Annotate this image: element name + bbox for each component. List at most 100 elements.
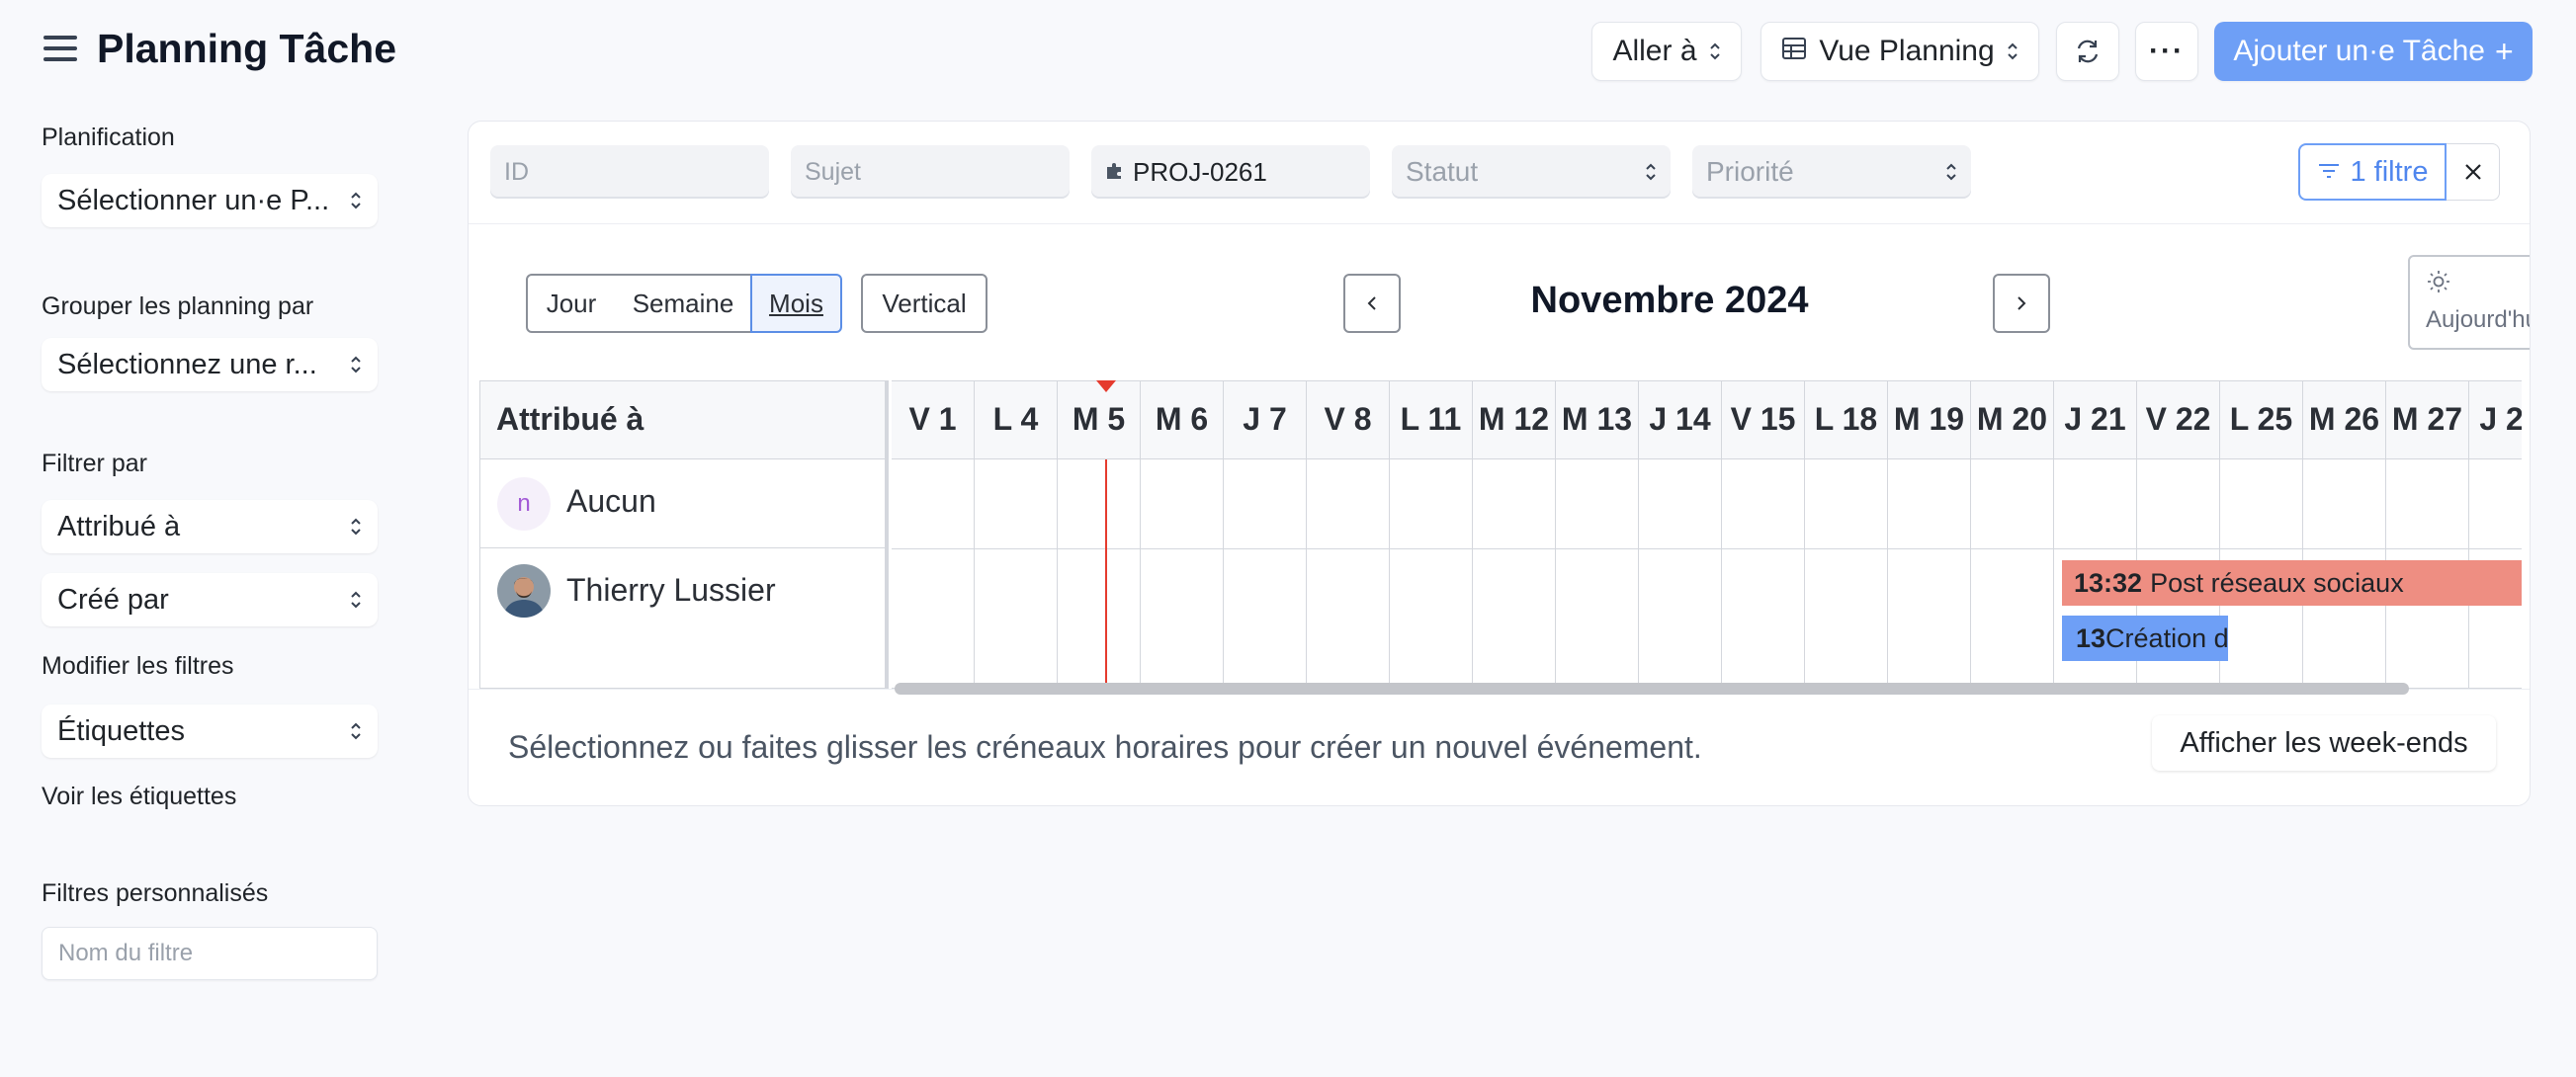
view-dropdown[interactable]: Vue Planning bbox=[1760, 22, 2039, 81]
view-month-button[interactable]: Mois bbox=[750, 274, 842, 333]
view-day-button[interactable]: Jour bbox=[526, 274, 617, 333]
group-by-select[interactable]: Sélectionnez une r... bbox=[42, 338, 378, 391]
show-weekends-button[interactable]: Afficher les week-ends bbox=[2152, 715, 2496, 771]
avatar: n bbox=[497, 477, 551, 531]
tags-select-value: Étiquettes bbox=[57, 714, 185, 747]
resource-row: Thierry Lussier bbox=[479, 548, 886, 689]
day-column[interactable] bbox=[1805, 459, 1888, 689]
status-filter-placeholder: Statut bbox=[1406, 156, 1479, 187]
day-header: V 8 bbox=[1307, 380, 1390, 459]
day-column[interactable] bbox=[1888, 459, 1971, 689]
view-week-button[interactable]: Semaine bbox=[615, 274, 753, 333]
timeline-area: J 28M 27M 26L 25V 22J 21M 20M 19L 18V 15… bbox=[892, 380, 2522, 689]
more-icon: ··· bbox=[2149, 35, 2185, 67]
filter-bar: PROJ-0261 Statut Priorité 1 filtre bbox=[469, 122, 2530, 224]
chevron-up-down-icon bbox=[350, 191, 362, 210]
id-filter-input[interactable] bbox=[490, 145, 769, 199]
more-options-button[interactable]: ··· bbox=[2135, 22, 2198, 81]
day-column[interactable] bbox=[1058, 459, 1141, 689]
filter-name-input[interactable] bbox=[42, 927, 378, 980]
custom-filters-label: Filtres personnalisés bbox=[42, 879, 269, 907]
resource-row: n Aucun bbox=[479, 459, 886, 548]
modify-filters-label: Modifier les filtres bbox=[42, 652, 234, 680]
day-header: V 22 bbox=[2137, 380, 2220, 459]
today-button[interactable]: Aujourd'hui bbox=[2408, 255, 2530, 350]
day-header: J 28 bbox=[2469, 380, 2522, 459]
day-column[interactable] bbox=[975, 459, 1058, 689]
event-post-reseaux[interactable]: 13:32 Post réseaux sociaux bbox=[2062, 560, 2522, 606]
day-column[interactable] bbox=[1224, 459, 1307, 689]
day-header: L 4 bbox=[975, 380, 1058, 459]
day-column[interactable] bbox=[1722, 459, 1805, 689]
event-time: 13 bbox=[2076, 623, 2106, 653]
puzzle-icon bbox=[1105, 157, 1125, 188]
project-filter-value: PROJ-0261 bbox=[1133, 156, 1267, 187]
resource-column: Attribué à n Aucun Thierry Lussier bbox=[479, 380, 889, 689]
priority-filter-select[interactable]: Priorité bbox=[1692, 145, 1971, 199]
chevron-up-down-icon bbox=[350, 590, 362, 610]
group-by-select-value: Sélectionnez une r... bbox=[57, 348, 317, 380]
plus-icon: + bbox=[2494, 33, 2514, 69]
group-by-label: Grouper les planning par bbox=[42, 292, 314, 320]
next-month-button[interactable] bbox=[1993, 274, 2050, 333]
day-column[interactable] bbox=[1141, 459, 1224, 689]
refresh-button[interactable] bbox=[2056, 22, 2119, 81]
clear-filters-button[interactable] bbox=[2447, 143, 2500, 201]
tags-select[interactable]: Étiquettes bbox=[42, 704, 378, 758]
day-column[interactable] bbox=[892, 459, 975, 689]
table-icon bbox=[1781, 35, 1807, 68]
filter-assigned-select[interactable]: Attribué à bbox=[42, 500, 378, 553]
horizontal-scrollbar[interactable] bbox=[895, 683, 2409, 695]
filter-count-button[interactable]: 1 filtre bbox=[2298, 143, 2447, 201]
prev-month-button[interactable] bbox=[1343, 274, 1401, 333]
goto-label: Aller à bbox=[1612, 35, 1697, 67]
day-header: M 5 bbox=[1058, 380, 1141, 459]
day-column[interactable] bbox=[1307, 459, 1390, 689]
status-filter-select[interactable]: Statut bbox=[1392, 145, 1671, 199]
add-task-button[interactable]: Ajouter un·e Tâche + bbox=[2214, 22, 2533, 81]
show-tags-link[interactable]: Voir les étiquettes bbox=[42, 783, 236, 811]
page-header: Planning Tâche Aller à Vue Planning ··· … bbox=[0, 0, 2576, 103]
chevron-up-down-icon bbox=[1645, 162, 1657, 182]
goto-dropdown[interactable]: Aller à bbox=[1591, 22, 1742, 81]
avatar bbox=[497, 564, 551, 618]
row-divider bbox=[892, 548, 2522, 549]
day-column[interactable] bbox=[1639, 459, 1722, 689]
close-icon bbox=[2464, 164, 2481, 180]
day-column[interactable] bbox=[1556, 459, 1639, 689]
day-column[interactable] bbox=[1390, 459, 1473, 689]
current-time-line bbox=[1105, 459, 1107, 689]
view-vertical-button[interactable]: Vertical bbox=[861, 274, 987, 333]
event-creation[interactable]: 13Création d bbox=[2062, 616, 2228, 661]
subject-filter-input[interactable] bbox=[791, 145, 1070, 199]
view-label: Vue Planning bbox=[1819, 35, 1995, 67]
day-header: V 15 bbox=[1722, 380, 1805, 459]
resource-name: Thierry Lussier bbox=[566, 572, 776, 608]
day-header: J 14 bbox=[1639, 380, 1722, 459]
filter-created-by-select[interactable]: Créé par bbox=[42, 573, 378, 626]
day-header: V 1 bbox=[892, 380, 975, 459]
planning-select[interactable]: Sélectionner un·e P... bbox=[42, 174, 378, 227]
hamburger-menu-icon[interactable] bbox=[43, 36, 77, 65]
filter-count-label: 1 filtre bbox=[2350, 155, 2429, 188]
chevron-up-down-icon bbox=[350, 517, 362, 537]
filter-created-by-value: Créé par bbox=[57, 583, 169, 616]
event-time: 13:32 bbox=[2074, 568, 2143, 598]
day-column[interactable] bbox=[1971, 459, 2054, 689]
card-footer: Sélectionnez ou faites glisser les créne… bbox=[469, 689, 2530, 805]
event-title: Post réseaux sociaux bbox=[2150, 568, 2404, 598]
chevron-right-icon bbox=[2018, 296, 2026, 310]
day-header: M 12 bbox=[1473, 380, 1556, 459]
day-column[interactable] bbox=[1473, 459, 1556, 689]
project-filter-input[interactable]: PROJ-0261 bbox=[1091, 145, 1370, 199]
day-header: L 25 bbox=[2220, 380, 2303, 459]
planning-label: Planification bbox=[42, 124, 175, 151]
priority-filter-placeholder: Priorité bbox=[1706, 156, 1794, 187]
planning-card: PROJ-0261 Statut Priorité 1 filtre Jour … bbox=[468, 121, 2531, 806]
month-title: Novembre 2024 bbox=[1530, 280, 1809, 321]
page-title: Planning Tâche bbox=[97, 26, 396, 71]
sun-icon bbox=[2426, 269, 2451, 301]
day-header: J 7 bbox=[1224, 380, 1307, 459]
day-header: M 27 bbox=[2386, 380, 2469, 459]
planning-select-value: Sélectionner un·e P... bbox=[57, 184, 330, 216]
